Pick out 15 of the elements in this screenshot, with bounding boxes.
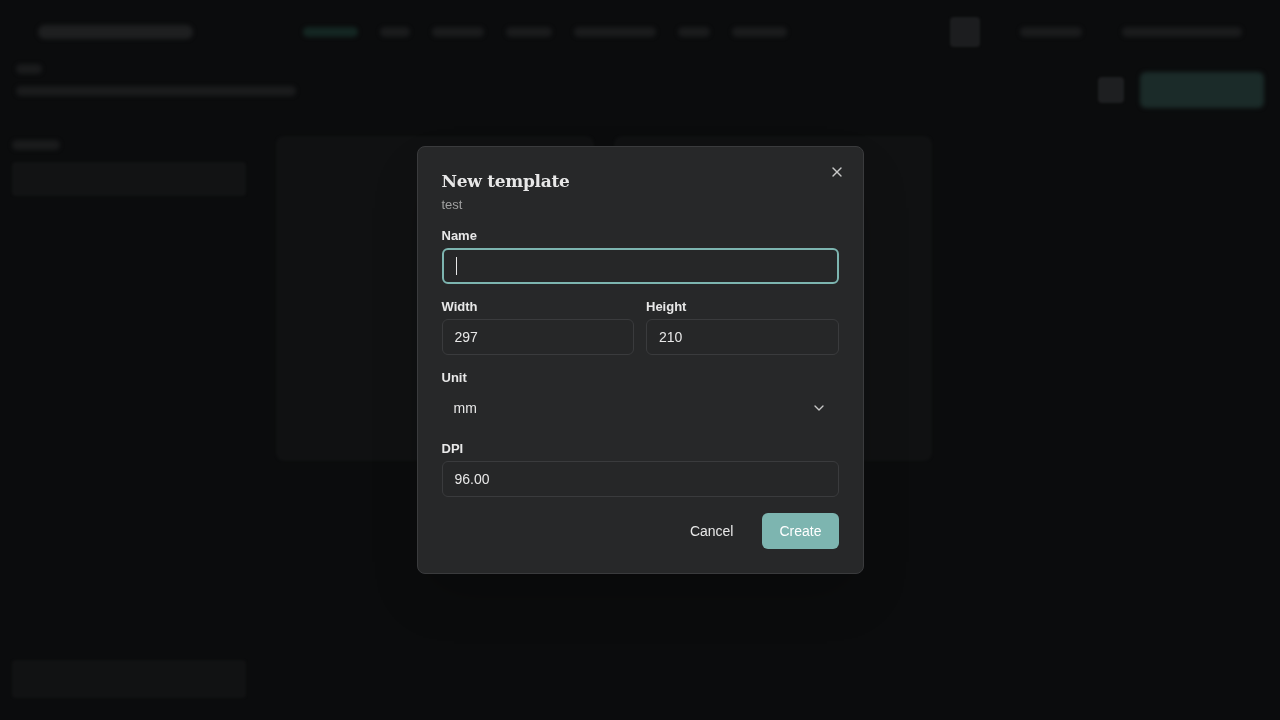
cancel-button[interactable]: Cancel (672, 513, 751, 550)
field-label: DPI (441, 441, 465, 458)
input-field[interactable]: 297 (441, 319, 634, 356)
field-label: Height (646, 299, 688, 316)
input-field[interactable]: 210 (646, 319, 839, 356)
dialog-subtitle: test (441, 195, 464, 214)
field-label: Name (441, 228, 478, 245)
input-field[interactable] (441, 248, 839, 285)
field-label: Width (441, 299, 479, 316)
text-cursor (455, 257, 457, 276)
blurred-text (303, 27, 358, 37)
unit-select[interactable]: mm (441, 390, 839, 427)
field-label: Unit (441, 370, 468, 387)
dialog-title: New template (441, 170, 571, 191)
input-field[interactable]: 96.00 (441, 461, 839, 498)
